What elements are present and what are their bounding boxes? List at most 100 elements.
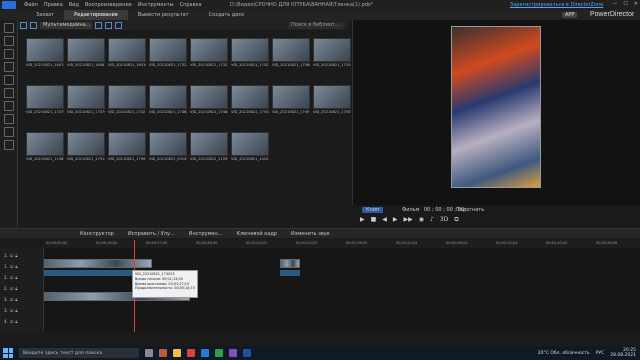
- track-enable-checkbox-icon[interactable]: ☑: [10, 319, 14, 324]
- lock-icon[interactable]: 🔒︎: [15, 308, 17, 313]
- stop-icon[interactable]: ■: [371, 216, 377, 224]
- clip-thumbnail[interactable]: [26, 85, 64, 109]
- movie-mode-button[interactable]: Фильм: [398, 207, 423, 213]
- track-header[interactable]: 4. ☑ 🔒︎: [0, 316, 43, 326]
- fx-room-icon[interactable]: [4, 36, 14, 46]
- edit-audio-button[interactable]: Изменить звук: [291, 231, 330, 237]
- clip-thumbnail[interactable]: [67, 85, 105, 109]
- track-enable-checkbox-icon[interactable]: ☑: [10, 286, 14, 291]
- transition-room-icon[interactable]: [4, 88, 14, 98]
- clip-thumbnail[interactable]: [108, 38, 146, 62]
- sort-icon[interactable]: [115, 21, 122, 29]
- preview-video-frame[interactable]: [451, 26, 541, 188]
- maximize-icon[interactable]: ☐: [623, 1, 627, 7]
- track-header[interactable]: 3. ☑ 🔒︎: [0, 294, 43, 304]
- library-clip[interactable]: VID_20210821_16474...: [26, 38, 64, 67]
- library-clip[interactable]: VID_20210821_16510...: [108, 38, 146, 67]
- chapter-room-icon[interactable]: [4, 127, 14, 137]
- library-search-input[interactable]: Поиск в библиот...: [288, 21, 344, 29]
- clip-thumbnail[interactable]: [231, 85, 269, 109]
- powerdirector-icon[interactable]: [243, 349, 251, 357]
- clock[interactable]: 20:25 28.08.2021: [610, 348, 636, 358]
- library-clip[interactable]: VID_20210821_17375...: [26, 85, 64, 114]
- library-clip[interactable]: VID_20210821_11985...: [26, 132, 64, 161]
- tools-button[interactable]: Инструмен...: [189, 231, 223, 237]
- grid-view-icon[interactable]: [95, 21, 102, 29]
- clip-thumbnail[interactable]: [190, 38, 228, 62]
- store-icon[interactable]: [229, 349, 237, 357]
- library-clip[interactable]: VID_20210821_17427...: [108, 85, 146, 114]
- voiceover-icon[interactable]: [4, 114, 14, 124]
- clip-thumbnail[interactable]: [67, 38, 105, 62]
- clip-thumbnail[interactable]: [272, 38, 310, 62]
- volume-icon[interactable]: ♪: [430, 216, 434, 224]
- clip-thumbnail[interactable]: [149, 38, 187, 62]
- clip-thumbnail[interactable]: [149, 85, 187, 109]
- lock-icon[interactable]: 🔒︎: [15, 275, 17, 280]
- tab-edit[interactable]: Редактирование: [64, 10, 128, 20]
- track-enable-checkbox-icon[interactable]: ☑: [10, 264, 14, 269]
- track-header[interactable]: 2. ☑ 🔒︎: [0, 283, 43, 293]
- opera-icon[interactable]: [187, 349, 195, 357]
- library-clip[interactable]: VID_20210821_17484...: [190, 85, 228, 114]
- fit-dropdown[interactable]: Подогнать: [456, 207, 484, 213]
- title-room-icon[interactable]: [4, 75, 14, 85]
- clip-thumbnail[interactable]: [313, 38, 351, 62]
- library-clip[interactable]: VID_20210821_16483...: [67, 38, 105, 67]
- fast-forward-icon[interactable]: ▶▶: [404, 216, 413, 224]
- import-icon[interactable]: [20, 21, 27, 29]
- clip-thumbnail[interactable]: [272, 85, 310, 109]
- track-header[interactable]: 1. ☑ 🔒︎: [0, 261, 43, 271]
- lock-icon[interactable]: 🔒︎: [15, 253, 17, 258]
- particle-room-icon[interactable]: [4, 62, 14, 72]
- library-clip[interactable]: VID_20210821_17534...: [231, 85, 269, 114]
- library-clip[interactable]: VID_20210821_17323...: [190, 38, 228, 67]
- track-enable-checkbox-icon[interactable]: ☑: [10, 253, 14, 258]
- menu-edit[interactable]: Правка: [44, 2, 63, 8]
- menu-view[interactable]: Вид: [69, 2, 79, 8]
- play-icon[interactable]: ▶: [360, 216, 365, 224]
- designer-button[interactable]: Конструктор: [80, 231, 114, 237]
- file-explorer-icon[interactable]: [173, 349, 181, 357]
- lock-icon[interactable]: 🔒︎: [15, 319, 17, 324]
- video-clip-track1[interactable]: [44, 259, 152, 268]
- library-clip[interactable]: VID_20210821_17491...: [272, 85, 310, 114]
- library-clip[interactable]: VID_20210821_17376...: [67, 85, 105, 114]
- lock-icon[interactable]: 🔒︎: [15, 264, 17, 269]
- prev-frame-icon[interactable]: ◀: [382, 216, 387, 224]
- clip-thumbnail[interactable]: [313, 85, 351, 109]
- undock-icon[interactable]: ⧉: [454, 216, 458, 224]
- clip-thumbnail[interactable]: [231, 132, 269, 156]
- 3d-icon[interactable]: 3D: [440, 216, 448, 224]
- snapshot-icon[interactable]: ◉: [419, 216, 424, 224]
- lock-icon[interactable]: 🔒︎: [15, 297, 17, 302]
- weather-text[interactable]: 20°С Обл. облачность: [538, 351, 590, 356]
- clip-thumbnail[interactable]: [26, 132, 64, 156]
- library-clip[interactable]: VID_20210822_09145...: [149, 132, 187, 161]
- menu-tools[interactable]: Инструменты: [138, 2, 174, 8]
- audio-mixing-icon[interactable]: [4, 101, 14, 111]
- library-clip[interactable]: VID_20210821_17555...: [313, 85, 351, 114]
- taskbar-app-icon[interactable]: [159, 349, 167, 357]
- register-link[interactable]: Зарегистрироваться в DirectorZone: [510, 2, 603, 8]
- clip-thumbnail[interactable]: [67, 132, 105, 156]
- fix-enhance-button[interactable]: Исправить / Улу...: [128, 231, 175, 237]
- clip-thumbnail[interactable]: [26, 38, 64, 62]
- taskbar-search-input[interactable]: Введите здесь текст для поиска: [19, 348, 139, 358]
- library-clip[interactable]: VID_20210821_17914...: [67, 132, 105, 161]
- minimize-icon[interactable]: —: [612, 1, 617, 7]
- library-clip[interactable]: VID_20210821_17334...: [313, 38, 351, 67]
- library-filter-dropdown[interactable]: Мультимедийна...: [40, 21, 92, 29]
- task-view-icon[interactable]: [145, 349, 153, 357]
- pip-room-icon[interactable]: [4, 49, 14, 59]
- clip-thumbnail[interactable]: [190, 85, 228, 109]
- tab-disc[interactable]: Создать диск: [199, 10, 255, 20]
- clip-thumbnail[interactable]: [108, 132, 146, 156]
- menu-file[interactable]: Файл: [24, 2, 38, 8]
- library-clip[interactable]: VID_20210821_17322...: [149, 38, 187, 67]
- library-clip[interactable]: VID_20210821_14103...: [231, 132, 269, 161]
- library-clip[interactable]: VID_20210821_17462...: [149, 85, 187, 114]
- tab-capture[interactable]: Захват: [26, 10, 64, 20]
- menu-help[interactable]: Справка: [180, 2, 202, 8]
- lock-icon[interactable]: 🔒︎: [15, 286, 17, 291]
